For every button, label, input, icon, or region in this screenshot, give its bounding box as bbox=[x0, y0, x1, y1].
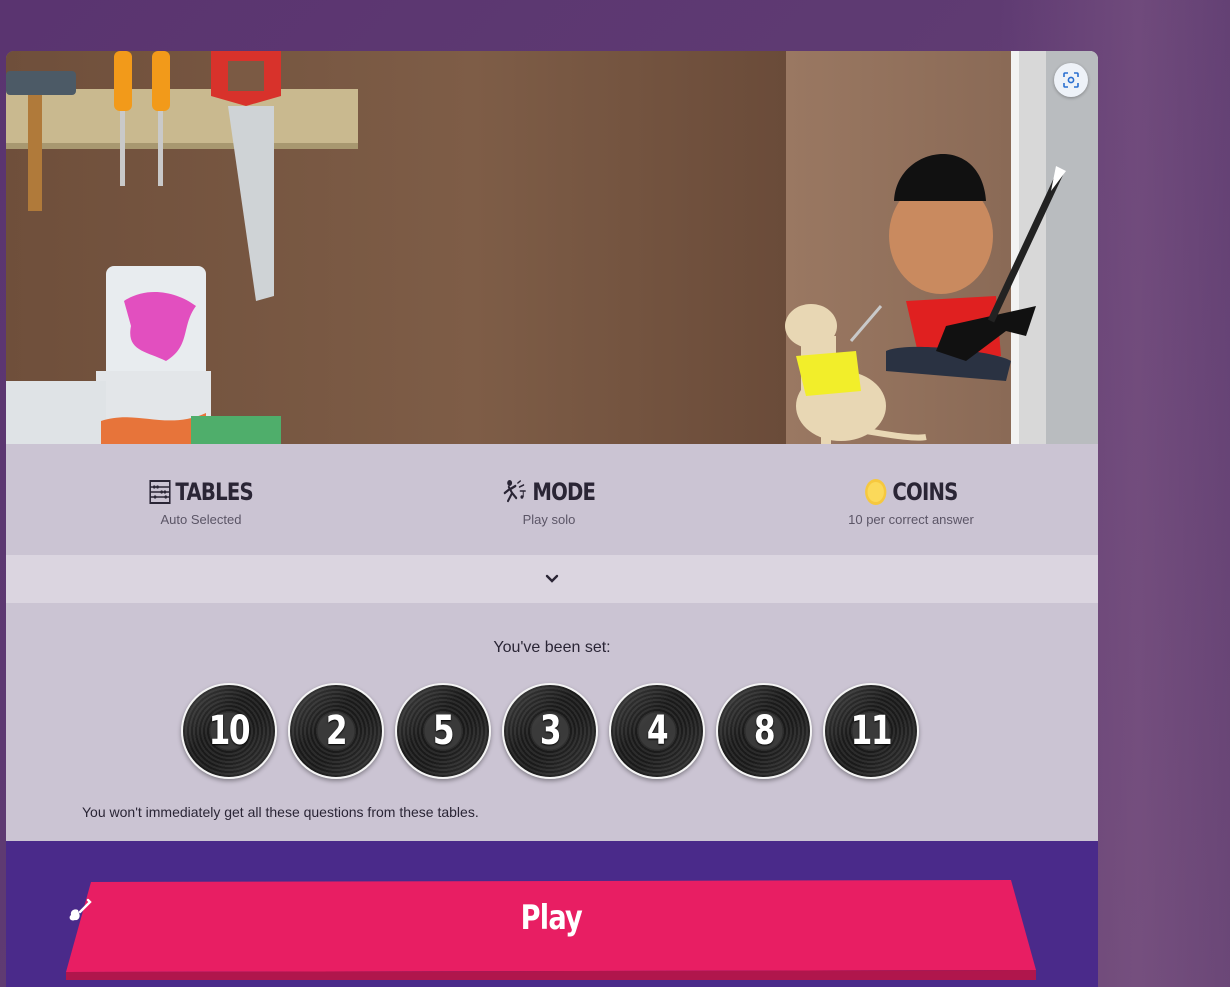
table-record: 4 bbox=[609, 683, 705, 779]
table-number: 3 bbox=[539, 708, 562, 754]
mode-title: MODE bbox=[532, 478, 596, 506]
table-record: 3 bbox=[502, 683, 598, 779]
set-tables-section: You've been set: 10 2 5 3 4 8 11 You won… bbox=[6, 603, 1098, 841]
table-records: 10 2 5 3 4 8 11 bbox=[181, 683, 919, 779]
play-area: Play bbox=[6, 841, 1098, 987]
set-note: You won't immediately get all these ques… bbox=[82, 804, 479, 820]
table-number: 5 bbox=[432, 708, 455, 754]
tables-title: TABLES bbox=[175, 478, 253, 506]
guitar-icon bbox=[69, 898, 92, 921]
coin-icon bbox=[865, 479, 887, 505]
table-number: 4 bbox=[646, 708, 669, 754]
table-record: 11 bbox=[823, 683, 919, 779]
table-record: 8 bbox=[716, 683, 812, 779]
table-record: 5 bbox=[395, 683, 491, 779]
scene-illustration bbox=[6, 51, 1098, 444]
camera-focus-icon bbox=[1063, 72, 1079, 88]
play-button[interactable]: Play bbox=[66, 880, 1036, 980]
screenshot-button[interactable] bbox=[1054, 63, 1088, 97]
coins-title: COINS bbox=[892, 478, 958, 506]
mode-subtitle: Play solo bbox=[522, 512, 576, 527]
table-number: 11 bbox=[850, 708, 893, 754]
game-card: TABLES Auto Selected MODE Play solo COIN… bbox=[6, 51, 1098, 987]
table-record: 2 bbox=[288, 683, 384, 779]
settings-summary: TABLES Auto Selected MODE Play solo COIN… bbox=[6, 444, 1098, 555]
coins-subtitle: 10 per correct answer bbox=[848, 512, 974, 527]
expand-settings-button[interactable] bbox=[6, 555, 1098, 603]
coins-setting[interactable]: COINS 10 per correct answer bbox=[781, 478, 1041, 527]
table-number: 8 bbox=[753, 708, 776, 754]
play-label: Play bbox=[520, 898, 582, 938]
rockstar-icon bbox=[503, 480, 526, 503]
tables-setting[interactable]: TABLES Auto Selected bbox=[71, 478, 331, 527]
table-number: 10 bbox=[208, 708, 251, 754]
set-label: You've been set: bbox=[493, 639, 611, 656]
chevron-down-icon bbox=[545, 574, 559, 583]
tables-subtitle: Auto Selected bbox=[160, 512, 242, 527]
table-number: 2 bbox=[325, 708, 348, 754]
mode-setting[interactable]: MODE Play solo bbox=[419, 478, 679, 527]
abacus-icon bbox=[149, 480, 171, 504]
table-record: 10 bbox=[181, 683, 277, 779]
